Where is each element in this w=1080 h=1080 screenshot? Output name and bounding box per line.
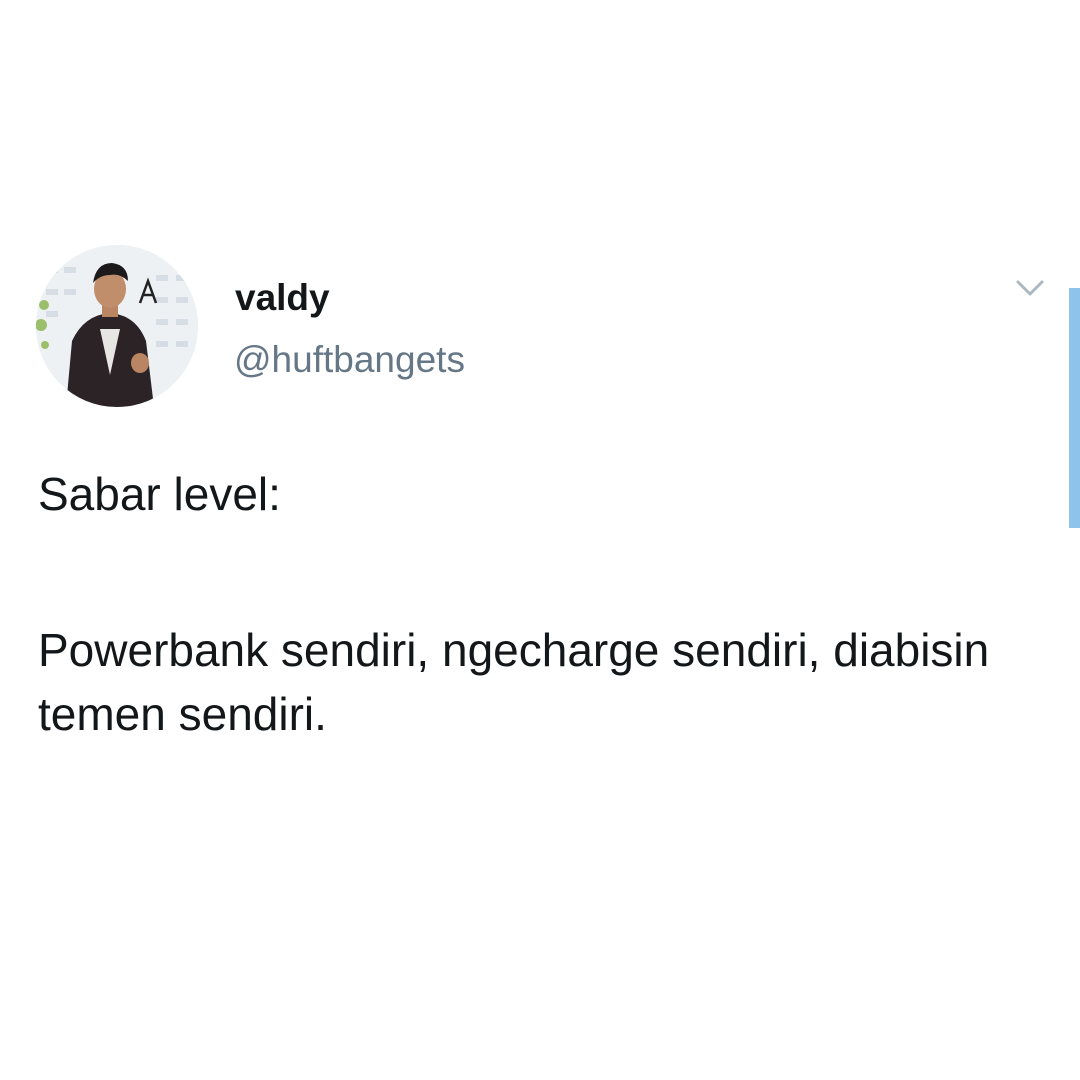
tweet-card: valdy @huftbangets Sabar level: Powerban… (0, 0, 1080, 1080)
profile-avatar[interactable] (36, 245, 198, 407)
scroll-indicator (1069, 288, 1080, 528)
tweet-text-line: Powerbank sendiri, ngecharge sendiri, di… (38, 624, 990, 740)
avatar-photo-icon (36, 245, 198, 407)
tweet-text-line: Sabar level: (38, 468, 281, 520)
display-name[interactable]: valdy (235, 279, 330, 316)
tweet-text: Sabar level: Powerbank sendiri, ngecharg… (38, 462, 1038, 746)
user-handle[interactable]: @huftbangets (234, 341, 465, 378)
chevron-down-icon[interactable] (1010, 273, 1050, 303)
